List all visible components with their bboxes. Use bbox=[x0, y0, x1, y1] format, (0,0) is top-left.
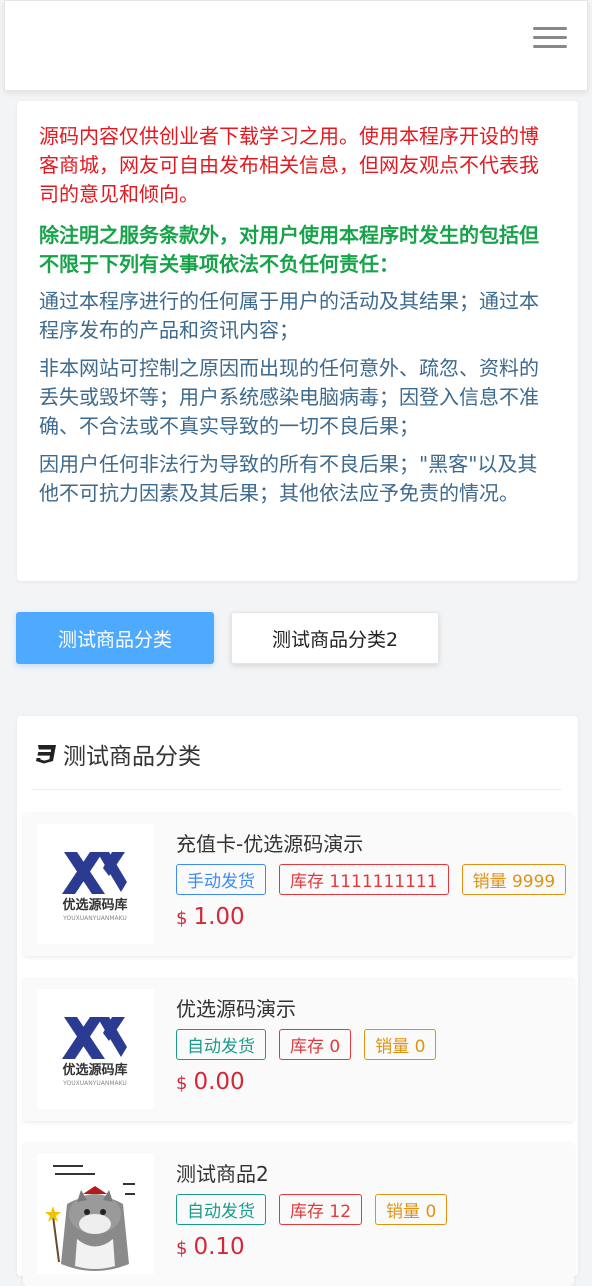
logo-image: 优选源码库 YOUXUANYUANMAKU bbox=[62, 852, 128, 922]
category-title-text: 测试商品分类 bbox=[63, 744, 201, 770]
notice-paragraph-3: 通过本程序进行的任何属于用户的活动及其结果；通过本程序发布的产品和资讯内容； bbox=[39, 289, 539, 342]
stock-badge: 库存 0 bbox=[279, 1029, 352, 1060]
delivery-badge: 自动发货 bbox=[176, 1194, 266, 1225]
category-tab-1[interactable]: 测试商品分类 bbox=[16, 612, 214, 664]
divider bbox=[31, 789, 562, 790]
css3-icon bbox=[36, 745, 56, 764]
price-value: 0.10 bbox=[193, 1234, 245, 1260]
category-title: 测试商品分类 bbox=[35, 738, 201, 770]
svg-text:优选源码库: 优选源码库 bbox=[62, 1062, 127, 1078]
currency-symbol: $ bbox=[176, 1238, 188, 1259]
stock-badge: 库存 1111111111 bbox=[279, 864, 449, 895]
product-price: $ 0.00 bbox=[176, 1069, 245, 1095]
category-section: 测试商品分类 优选源码库 YOUXUANYUANMAKU 充值卡-优选源码演示 … bbox=[17, 716, 578, 1286]
product-price: $ 0.10 bbox=[176, 1234, 245, 1260]
product-name: 测试商品2 bbox=[176, 1162, 269, 1186]
sales-badge: 销量 9999 bbox=[461, 864, 567, 895]
product-price: $ 1.00 bbox=[176, 904, 245, 930]
svg-text:YOUXUANYUANMAKU: YOUXUANYUANMAKU bbox=[62, 1080, 127, 1087]
sales-badge: 销量 0 bbox=[364, 1029, 437, 1060]
logo-image: 优选源码库 YOUXUANYUANMAKU bbox=[62, 1017, 128, 1087]
product-card[interactable]: 测试商品2 自动发货 库存 12 销量 0 $ 0.10 bbox=[23, 1142, 574, 1286]
notice-paragraph-5: 因用户任何非法行为导致的所有不良后果；"黑客"以及其他不可抗力因素及其后果；其他… bbox=[39, 452, 538, 505]
svg-text:YOUXUANYUANMAKU: YOUXUANYUANMAKU bbox=[62, 915, 127, 922]
product-card[interactable]: 优选源码库 YOUXUANYUANMAKU 充值卡-优选源码演示 手动发货 库存… bbox=[23, 812, 574, 956]
sales-badge: 销量 0 bbox=[375, 1194, 448, 1225]
currency-symbol: $ bbox=[176, 908, 188, 929]
cat-mascot-image bbox=[45, 1165, 135, 1271]
notice-paragraph-1: 源码内容仅供创业者下载学习之用。使用本程序开设的博客商城，网友可自由发布相关信息… bbox=[39, 124, 539, 206]
delivery-badge: 手动发货 bbox=[176, 864, 266, 895]
product-name: 优选源码演示 bbox=[176, 997, 296, 1021]
top-header bbox=[4, 0, 588, 91]
product-name: 充值卡-优选源码演示 bbox=[176, 832, 364, 856]
price-value: 1.00 bbox=[193, 904, 245, 930]
product-thumbnail: 优选源码库 YOUXUANYUANMAKU bbox=[37, 824, 154, 944]
delivery-badge: 自动发货 bbox=[176, 1029, 266, 1060]
product-tags: 自动发货 库存 12 销量 0 bbox=[176, 1194, 448, 1225]
hamburger-menu-icon[interactable] bbox=[533, 25, 567, 51]
product-card[interactable]: 优选源码库 YOUXUANYUANMAKU 优选源码演示 自动发货 库存 0 销… bbox=[23, 977, 574, 1121]
price-value: 0.00 bbox=[193, 1069, 245, 1095]
product-thumbnail bbox=[37, 1154, 154, 1274]
notice-paragraph-2: 除注明之服务条款外，对用户使用本程序时发生的包括但不限于下列有关事项依法不负任何… bbox=[39, 223, 539, 276]
notice-paragraph-4: 非本网站可控制之原因而出现的任何意外、疏忽、资料的丢失或毁坏等；用户系统感染电脑… bbox=[39, 356, 539, 438]
product-tags: 自动发货 库存 0 销量 0 bbox=[176, 1029, 437, 1060]
category-tab-2[interactable]: 测试商品分类2 bbox=[231, 612, 439, 664]
stock-badge: 库存 12 bbox=[279, 1194, 363, 1225]
svg-text:优选源码库: 优选源码库 bbox=[62, 897, 127, 913]
currency-symbol: $ bbox=[176, 1073, 188, 1094]
disclaimer-notice: 源码内容仅供创业者下载学习之用。使用本程序开设的博客商城，网友可自由发布相关信息… bbox=[17, 101, 578, 581]
product-thumbnail: 优选源码库 YOUXUANYUANMAKU bbox=[37, 989, 154, 1109]
product-tags: 手动发货 库存 1111111111 销量 9999 bbox=[176, 864, 567, 895]
